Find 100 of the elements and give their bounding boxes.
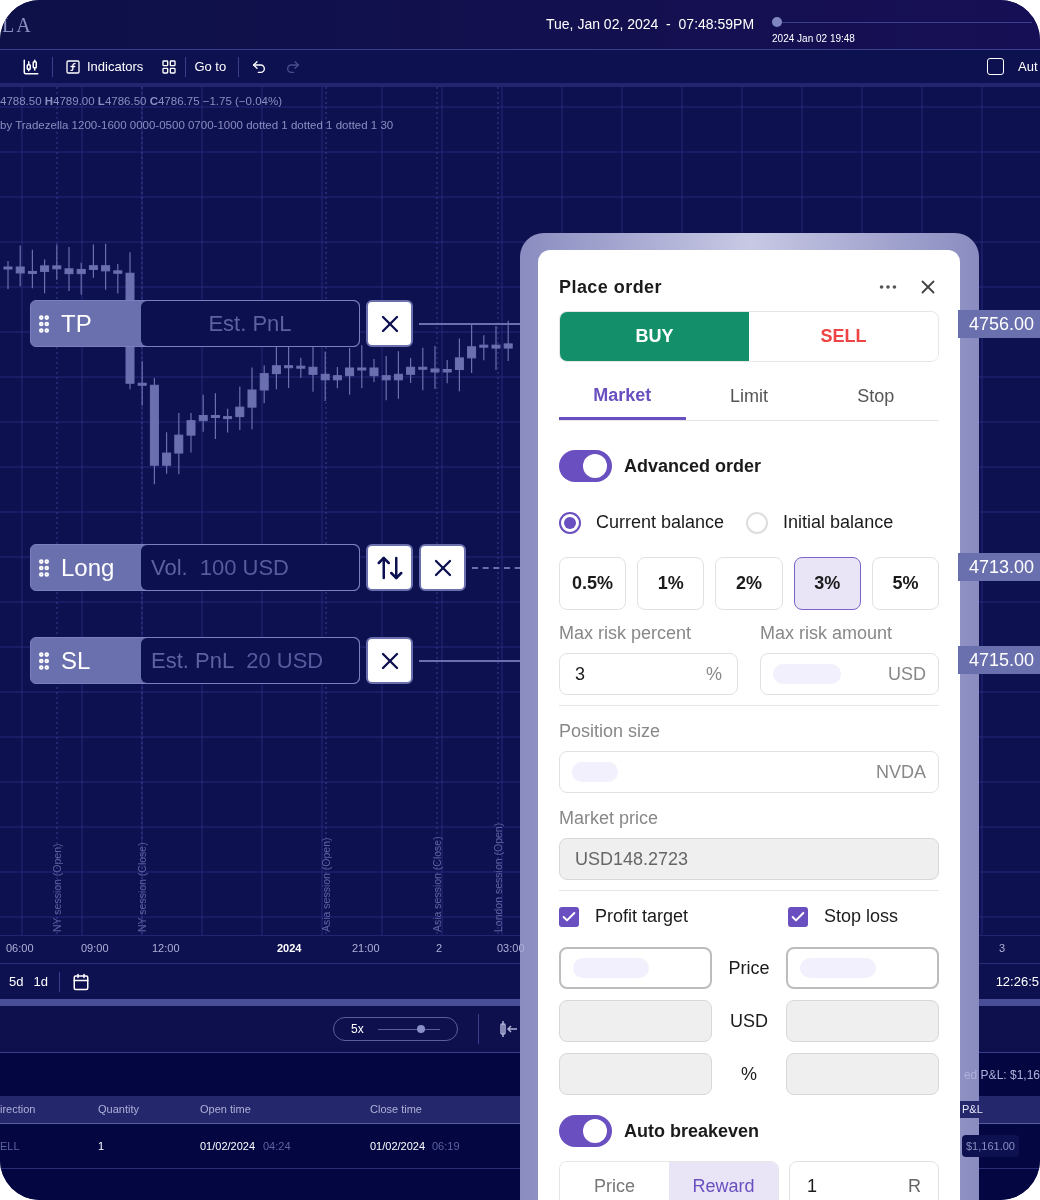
price-label: 4715.00 (958, 646, 1040, 674)
close-button[interactable] (366, 637, 413, 684)
scrollbar-track[interactable] (979, 999, 1040, 1006)
checkbox[interactable] (788, 906, 808, 927)
candle (454, 337, 464, 392)
order-line-title: TP (61, 308, 93, 339)
candle (101, 243, 111, 291)
order-line-title: Long (61, 552, 116, 583)
candle (27, 249, 37, 289)
candle (479, 334, 489, 361)
candle (162, 431, 172, 475)
candle (174, 412, 184, 475)
candle (308, 346, 318, 393)
range-button[interactable]: 5d (8, 971, 25, 992)
row-label: % (740, 1062, 758, 1086)
candle (442, 359, 452, 384)
risk-preset-button[interactable]: 0.5% (559, 557, 627, 610)
datetime: Tue, Jan 02, 2024 - 07:48:59PM (546, 15, 755, 34)
input-field[interactable] (559, 1000, 712, 1042)
candle (40, 258, 50, 294)
candle (369, 358, 379, 383)
candle (52, 243, 62, 281)
column-header: Open time (200, 1102, 251, 1118)
column-header: P&L (960, 1101, 985, 1118)
reverse-button[interactable] (366, 544, 413, 591)
panel-title: Place order (559, 275, 662, 299)
table-cell-text: 04:24 (263, 1138, 291, 1154)
radio-label: Current balance (596, 511, 725, 534)
undo-icon[interactable] (251, 58, 268, 75)
input-field[interactable] (559, 947, 712, 989)
grid-icon[interactable] (161, 58, 178, 75)
candle (332, 366, 342, 389)
checkbox-label: Profit target (595, 905, 689, 928)
input-field[interactable] (786, 1053, 939, 1095)
candle (418, 347, 428, 391)
order-line-label[interactable]: Long Vol. 100 USD (30, 544, 360, 591)
checkbox[interactable] (987, 58, 1004, 75)
candle (198, 394, 208, 433)
candle (88, 243, 98, 279)
candle (210, 392, 220, 440)
indicators-button[interactable]: Indicators (87, 56, 144, 77)
risk-preset-button[interactable]: 3% (793, 557, 861, 610)
session-label: Asia session (Open) (319, 836, 333, 932)
candle (3, 260, 13, 290)
toggle-switch[interactable] (559, 1115, 612, 1147)
mode-tab[interactable]: Reward (669, 1162, 778, 1200)
function-icon[interactable] (65, 58, 81, 75)
table-cell-text: ELL (0, 1138, 20, 1154)
side-tab[interactable]: BUY (560, 312, 749, 361)
session-label: Asia session (Close) (430, 835, 444, 932)
column-header: irection (0, 1102, 36, 1118)
input-field: USD148.2723 (559, 838, 939, 880)
close-button[interactable] (419, 544, 466, 591)
input-field[interactable] (786, 1000, 939, 1042)
input-field[interactable]: 3 % (559, 653, 738, 695)
risk-preset-button[interactable]: 1% (637, 557, 705, 610)
input-field[interactable]: USD (760, 653, 939, 695)
timeline-slider[interactable] (772, 17, 1033, 27)
order-line-label[interactable]: SL Est. PnL 20 USD (30, 637, 360, 684)
scrollbar-track[interactable] (0, 999, 520, 1006)
clock: 12:26:5 (995, 972, 1040, 991)
input-field[interactable] (786, 947, 939, 989)
risk-preset-button[interactable]: 2% (715, 557, 783, 610)
calendar-icon[interactable] (71, 972, 90, 991)
candle (186, 412, 196, 453)
candle (320, 351, 330, 402)
row-label: USD (729, 1009, 769, 1033)
column-header: Quantity (98, 1102, 139, 1118)
time-axis-label: 06:00 (6, 941, 34, 956)
close-button[interactable] (366, 300, 413, 347)
risk-preset-button[interactable]: 5% (871, 557, 939, 610)
candle (137, 360, 147, 407)
goto-button[interactable]: Go to (194, 56, 227, 77)
session-label: London session (Open) (491, 821, 505, 932)
candlestick-icon[interactable] (22, 57, 40, 76)
field-label: Max risk amount (760, 622, 894, 645)
checkbox[interactable] (559, 906, 579, 927)
input-field[interactable] (559, 1053, 712, 1095)
price-label: 4756.00 (958, 310, 1040, 338)
order-line-label[interactable]: TP Est. PnL (30, 300, 360, 347)
order-type-tab[interactable]: Stop (812, 377, 939, 420)
row-label: Price (727, 956, 771, 980)
candle (247, 366, 257, 430)
candle (64, 246, 74, 292)
order-type-tab[interactable]: Limit (685, 377, 813, 420)
indicator-legend: by Tradezella 1200-1600 0000-0500 0700-1000 dotted 1 dotted 1 dotted 1 30 (0, 117, 394, 135)
timeline-label: 2024 Jan 02 19:48 (772, 32, 856, 46)
input-field[interactable]: NVDA (559, 751, 939, 793)
order-line-title: SL (61, 645, 92, 676)
toggle-switch[interactable] (559, 450, 612, 482)
field-label: Market price (559, 807, 660, 830)
jump-back-icon[interactable] (499, 1019, 519, 1039)
order-type-tab[interactable]: Market (559, 377, 686, 420)
session-label: NY session (Open) (50, 842, 64, 932)
candle (223, 408, 233, 434)
range-button[interactable]: 1d (32, 971, 49, 992)
time-axis-label: 3 (999, 941, 1006, 956)
time-axis-label: 2024 (277, 941, 302, 956)
input-field[interactable]: 1 R (789, 1161, 939, 1200)
radio-button[interactable] (559, 511, 581, 534)
